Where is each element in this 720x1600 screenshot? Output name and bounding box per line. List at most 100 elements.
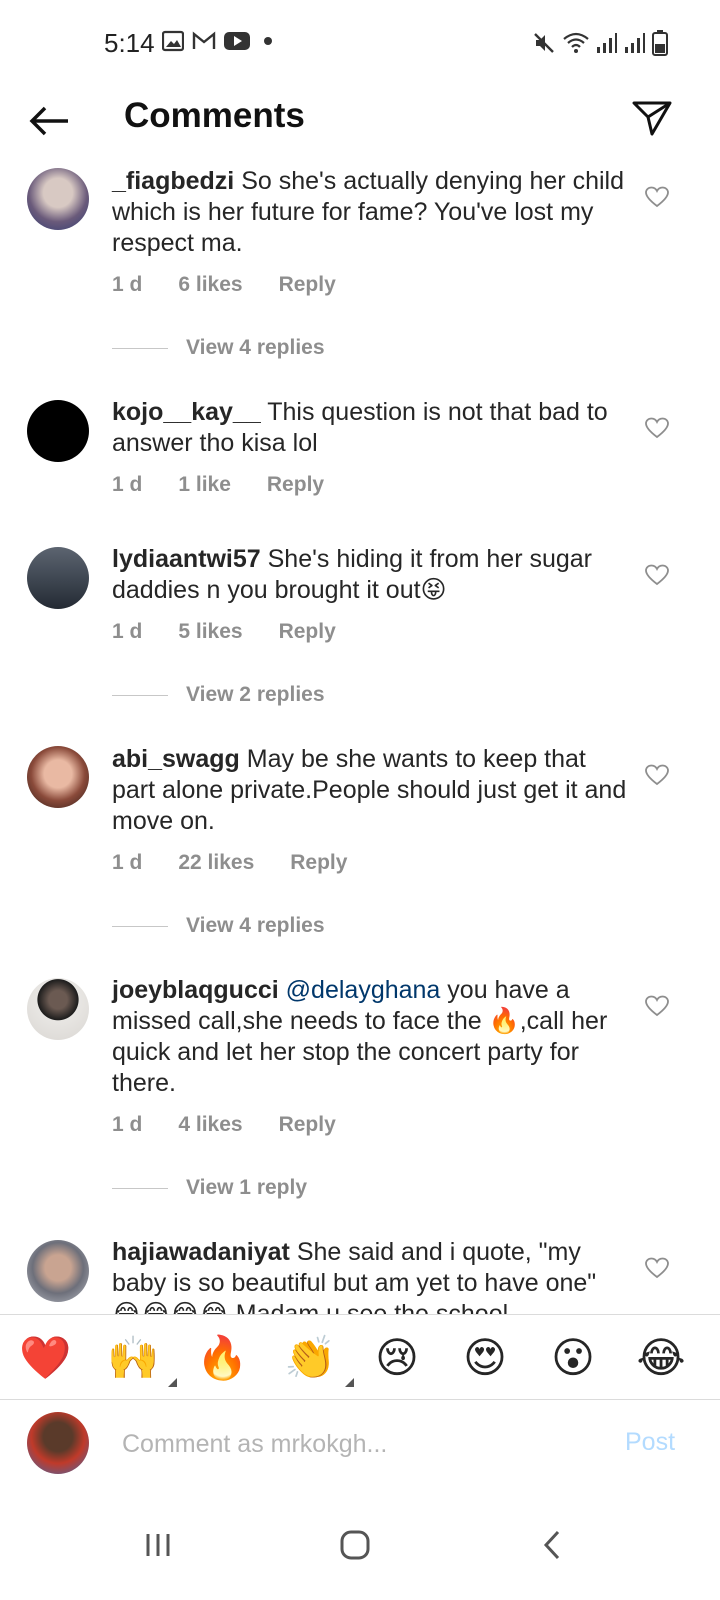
comment-input[interactable] (122, 1422, 592, 1466)
skin-tone-indicator (345, 1378, 354, 1387)
comment-time: 1 d (112, 851, 143, 874)
divider (112, 347, 168, 349)
reply-button[interactable]: Reply (279, 1113, 336, 1137)
comment-likes[interactable]: 6 likes (178, 273, 242, 297)
emoji-raised-hands: 🙌 (107, 1334, 160, 1381)
comment-username[interactable]: lydiaantwi57 (112, 545, 261, 573)
comment-likes[interactable]: 22 likes (178, 851, 254, 875)
notification-icons (162, 30, 272, 52)
system-back-button[interactable] (522, 1510, 582, 1580)
comment-username[interactable]: joeyblaqgucci (112, 976, 279, 1004)
recent-apps-button[interactable] (128, 1510, 188, 1580)
comment-text: abi_swagg May be she wants to keep that … (112, 744, 628, 837)
home-icon (340, 1530, 370, 1560)
emoji-heart-button[interactable]: ❤️ (19, 1333, 71, 1383)
view-replies-button[interactable]: View 1 reply (112, 1176, 307, 1200)
avatar[interactable] (27, 1240, 89, 1302)
post-button[interactable]: Post (625, 1428, 675, 1457)
page-title: Comments (124, 96, 305, 135)
recent-apps-icon (146, 1534, 170, 1556)
comment-likes[interactable]: 5 likes (178, 620, 242, 644)
reply-button[interactable]: Reply (279, 620, 336, 644)
comment-composer: Post (0, 1400, 720, 1490)
wifi-icon (563, 32, 589, 53)
signal-icon (597, 33, 617, 53)
navigation-bar (0, 1490, 720, 1600)
reply-button[interactable]: Reply (279, 273, 336, 297)
notification-dot (264, 37, 272, 45)
status-time: 5:14 (104, 28, 155, 58)
view-replies-label: View 2 replies (186, 683, 325, 706)
comment-likes[interactable]: 4 likes (178, 1113, 242, 1137)
emoji-crying-button[interactable]: 😢 (372, 1333, 422, 1383)
send-icon (632, 101, 672, 136)
emoji-quick-bar: ❤️ 🙌 🔥 👏 😢 😍 😮 😂 (0, 1314, 720, 1400)
like-heart-icon[interactable] (645, 764, 669, 786)
divider (112, 694, 168, 696)
comment-text: joeyblaqgucci @delayghana you have a mis… (112, 975, 628, 1099)
home-button[interactable] (325, 1510, 385, 1580)
emoji-laughing-button[interactable]: 😂 (636, 1333, 686, 1383)
comment-meta: 1 d 22 likes Reply (112, 851, 383, 875)
view-replies-button[interactable]: View 4 replies (112, 336, 325, 360)
comment-likes[interactable]: 1 like (178, 473, 231, 497)
comment-text: kojo__kay__ This question is not that ba… (112, 397, 628, 459)
gmail-icon (192, 31, 216, 49)
avatar[interactable] (27, 547, 89, 609)
comment-text: lydiaantwi57 She's hiding it from her su… (112, 544, 628, 606)
avatar[interactable] (27, 978, 89, 1040)
comment-text: hajiawadaniyat She said and i quote, "my… (112, 1237, 628, 1314)
battery-icon (652, 30, 668, 56)
back-icon (543, 1530, 560, 1560)
skin-tone-indicator (168, 1378, 177, 1387)
like-heart-icon[interactable] (645, 186, 669, 208)
emoji-raised-hands-button[interactable]: 🙌 (107, 1333, 177, 1387)
view-replies-label: View 1 reply (186, 1176, 308, 1199)
emoji-clap-button[interactable]: 👏 (284, 1333, 354, 1387)
comment-username[interactable]: _fiagbedzi (112, 167, 234, 195)
comment-meta: 1 d 5 likes Reply (112, 620, 372, 644)
emoji-fire-button[interactable]: 🔥 (196, 1333, 248, 1383)
like-heart-icon[interactable] (645, 995, 669, 1017)
comment-meta: 1 d 4 likes Reply (112, 1113, 372, 1137)
header: Comments (0, 88, 720, 160)
like-heart-icon[interactable] (645, 1257, 669, 1279)
comment-username[interactable]: kojo__kay__ (112, 398, 261, 426)
gallery-icon (162, 30, 184, 52)
mute-icon (534, 33, 554, 53)
view-replies-button[interactable]: View 4 replies (112, 914, 325, 938)
avatar[interactable] (27, 746, 89, 808)
reply-button[interactable]: Reply (267, 473, 324, 497)
comment-username[interactable]: hajiawadaniyat (112, 1238, 290, 1266)
emoji-surprised-button[interactable]: 😮 (548, 1333, 598, 1383)
view-replies-label: View 4 replies (186, 336, 325, 359)
emoji-heart-eyes-button[interactable]: 😍 (460, 1333, 510, 1383)
comment-time: 1 d (112, 273, 143, 296)
system-icons (532, 30, 668, 56)
emoji-clap: 👏 (284, 1334, 337, 1381)
avatar[interactable] (27, 168, 89, 230)
user-avatar[interactable] (27, 1412, 89, 1474)
back-button[interactable] (26, 98, 72, 144)
comment-time: 1 d (112, 473, 143, 496)
like-heart-icon[interactable] (645, 417, 669, 439)
comments-list[interactable]: _fiagbedzi So she's actually denying her… (0, 160, 720, 1314)
comment-mention-link[interactable]: @delayghana (286, 976, 441, 1004)
comment-meta: 1 d 1 like Reply (112, 473, 360, 497)
youtube-icon (224, 32, 250, 50)
avatar[interactable] (27, 400, 89, 462)
view-replies-button[interactable]: View 2 replies (112, 683, 325, 707)
reply-button[interactable]: Reply (290, 851, 347, 875)
arrow-left-icon (29, 106, 68, 136)
like-heart-icon[interactable] (645, 564, 669, 586)
divider (112, 925, 168, 927)
share-button[interactable] (628, 94, 676, 142)
comment-text: _fiagbedzi So she's actually denying her… (112, 166, 628, 259)
view-replies-label: View 4 replies (186, 914, 325, 937)
signal-icon (625, 33, 645, 53)
comment-meta: 1 d 6 likes Reply (112, 273, 372, 297)
divider (112, 1187, 168, 1189)
comment-time: 1 d (112, 620, 143, 643)
status-bar: 5:14 (0, 0, 720, 88)
comment-username[interactable]: abi_swagg (112, 745, 240, 773)
